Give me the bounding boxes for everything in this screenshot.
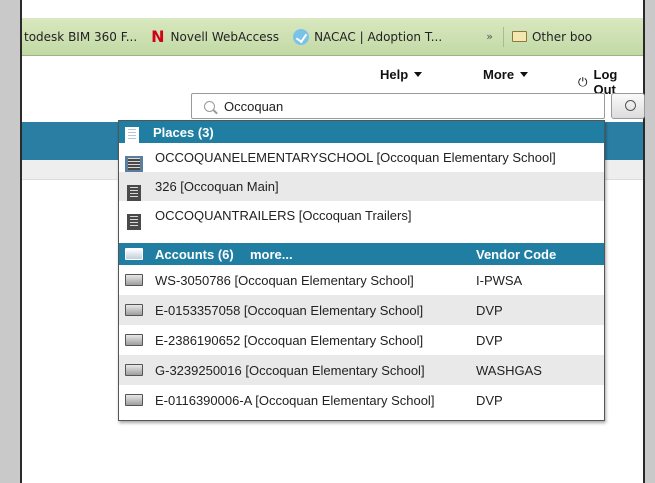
chevron-down-icon [520, 72, 529, 77]
account-icon [125, 274, 143, 286]
account-label: E-0116390006-A [Occoquan Elementary Scho… [155, 392, 435, 408]
place-result-row[interactable]: OCCOQUANELEMENTARYSCHOOL [Occoquan Eleme… [119, 143, 604, 172]
account-result-row[interactable]: E-2386190652 [Occoquan Elementary School… [119, 325, 604, 355]
place-result-label: OCCOQUANELEMENTARYSCHOOL [Occoquan Eleme… [155, 150, 556, 165]
search-input[interactable]: Occoquan [191, 93, 605, 119]
place-result-label: OCCOQUANTRAILERS [Occoquan Trailers] [155, 208, 412, 223]
search-value: Occoquan [224, 98, 284, 114]
account-label: G-3239250016 [Occoquan Elementary School… [155, 362, 425, 378]
power-icon: ⏻ [578, 74, 588, 89]
account-result-row[interactable]: E-0116390006-A [Occoquan Elementary Scho… [119, 385, 604, 415]
place-result-row[interactable]: OCCOQUANTRAILERS [Occoquan Trailers] [119, 201, 604, 230]
window-frame-right [643, 0, 655, 483]
account-result-row[interactable]: E-0153357058 [Occoquan Elementary School… [119, 295, 604, 325]
bookmark-other-folder[interactable]: Other boo [511, 29, 593, 44]
bookmarks-separator [502, 26, 504, 47]
novell-n-icon: N [151, 27, 165, 46]
bookmark-autodesk[interactable]: todesk BIM 360 F... [24, 30, 137, 44]
building-icon [125, 155, 143, 172]
vendor-code: DVP [476, 392, 503, 408]
place-result-label: 326 [Occoquan Main] [155, 179, 279, 194]
account-icon [125, 364, 143, 376]
more-menu[interactable]: More [483, 67, 529, 82]
account-icon [125, 394, 143, 406]
bookmark-nacac[interactable]: NACAC | Adoption T... [293, 28, 443, 45]
building-icon [127, 184, 141, 201]
folder-icon [511, 31, 527, 42]
search-results-dropdown: Places (3) OCCOQUANELEMENTARYSCHOOL [Occ… [118, 120, 605, 421]
vendor-code: DVP [476, 332, 503, 348]
top-nav: Help More ⏻ Log Out [22, 57, 643, 97]
building-icon [127, 213, 141, 230]
more-label: More [483, 67, 515, 82]
account-result-row[interactable]: G-3239250016 [Occoquan Elementary School… [119, 355, 604, 385]
vendor-code-header: Vendor Code [476, 246, 557, 262]
bookmarks-overflow-chevron[interactable]: » [486, 30, 493, 43]
bookmark-label: Novell WebAccess [170, 29, 280, 44]
account-icon [125, 334, 143, 346]
account-result-row[interactable]: WS-3050786 [Occoquan Elementary School] … [119, 265, 604, 295]
search-button[interactable] [611, 93, 645, 119]
vendor-code: DVP [476, 302, 503, 318]
account-icon [125, 248, 143, 260]
accounts-more-link[interactable]: more... [250, 247, 293, 262]
account-icon [125, 304, 143, 316]
place-result-row[interactable]: 326 [Occoquan Main] [119, 172, 604, 201]
window-frame-left [0, 0, 22, 483]
places-icon [125, 127, 139, 143]
places-header-label: Places (3) [153, 124, 214, 140]
account-label: E-2386190652 [Occoquan Elementary School… [155, 332, 424, 348]
bookmark-label: todesk BIM 360 F... [24, 29, 138, 44]
nacac-icon [293, 28, 310, 45]
bookmarks-bar: todesk BIM 360 F... N Novell WebAccess N… [22, 18, 643, 56]
accounts-section-header: Accounts (6) more... Vendor Code [119, 243, 604, 265]
account-label: WS-3050786 [Occoquan Elementary School] [155, 272, 414, 288]
vendor-code: WASHGAS [476, 362, 542, 378]
bookmark-label: NACAC | Adoption T... [314, 29, 443, 44]
chevron-down-icon [414, 72, 423, 77]
accounts-header-label: Accounts (6) [155, 246, 234, 262]
bookmark-novell[interactable]: N Novell WebAccess [151, 27, 279, 46]
search-icon [204, 100, 215, 112]
bookmark-label: Other boo [531, 29, 593, 44]
vendor-code: I-PWSA [476, 272, 523, 288]
help-label: Help [380, 67, 409, 82]
places-section-header: Places (3) [119, 121, 604, 143]
account-label: E-0153357058 [Occoquan Elementary School… [155, 302, 424, 318]
help-menu[interactable]: Help [380, 67, 423, 82]
